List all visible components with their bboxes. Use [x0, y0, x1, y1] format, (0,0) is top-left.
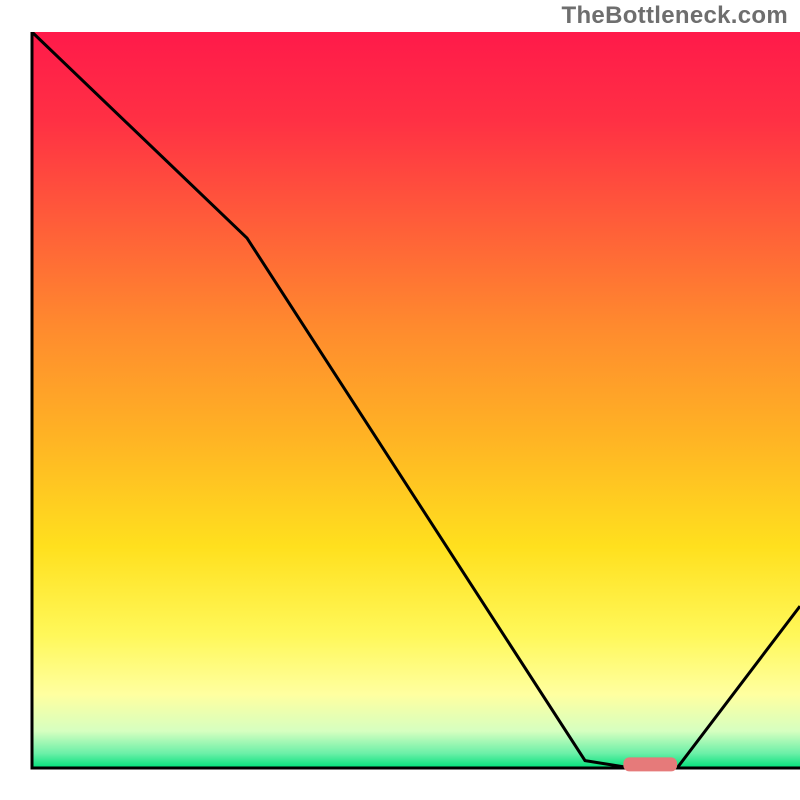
chart-stage: TheBottleneck.com	[0, 0, 800, 800]
chart-svg	[0, 0, 800, 800]
watermark-text: TheBottleneck.com	[562, 2, 788, 30]
optimal-segment-marker	[623, 757, 677, 771]
